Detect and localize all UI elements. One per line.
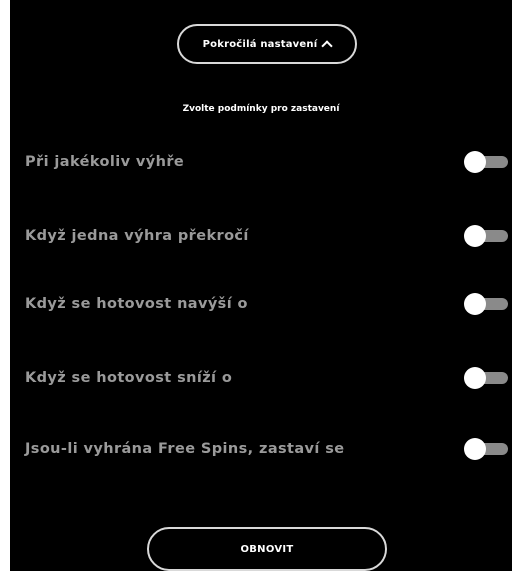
option-row-cash-decrease: Když se hotovost sníží o	[10, 363, 512, 393]
option-label: Jsou-li vyhrána Free Spins, zastaví se	[25, 441, 345, 457]
toggle-knob	[464, 367, 486, 389]
option-row-free-spins: Jsou-li vyhrána Free Spins, zastaví se	[10, 434, 512, 464]
single-win-exceeds-toggle[interactable]	[464, 225, 508, 247]
option-label: Když jedna výhra překročí	[25, 228, 249, 244]
any-win-toggle[interactable]	[464, 151, 508, 173]
stop-conditions-title: Zvolte podmínky pro zastavení	[182, 104, 340, 114]
reset-button[interactable]: OBNOVIT	[147, 527, 387, 571]
option-row-single-win-exceeds: Když jedna výhra překročí	[10, 221, 512, 251]
cash-increase-toggle[interactable]	[464, 293, 508, 315]
toggle-knob	[464, 225, 486, 247]
toggle-knob	[464, 293, 486, 315]
option-label: Když se hotovost sníží o	[25, 370, 233, 386]
toggle-knob	[464, 438, 486, 460]
stop-conditions-panel: Pokročilá nastavení Zvolte podmínky pro …	[10, 0, 512, 571]
cash-decrease-toggle[interactable]	[464, 367, 508, 389]
option-row-cash-increase: Když se hotovost navýší o	[10, 289, 512, 319]
toggle-knob	[464, 151, 486, 173]
chevron-up-icon	[321, 40, 333, 52]
free-spins-toggle[interactable]	[464, 438, 508, 460]
advanced-settings-label: Pokročilá nastavení	[202, 38, 318, 50]
option-row-any-win: Při jakékoliv výhře	[10, 147, 512, 177]
option-label: Když se hotovost navýší o	[25, 296, 248, 312]
reset-button-label: OBNOVIT	[240, 543, 294, 555]
option-label: Při jakékoliv výhře	[25, 154, 185, 170]
advanced-settings-button[interactable]: Pokročilá nastavení	[177, 24, 357, 64]
